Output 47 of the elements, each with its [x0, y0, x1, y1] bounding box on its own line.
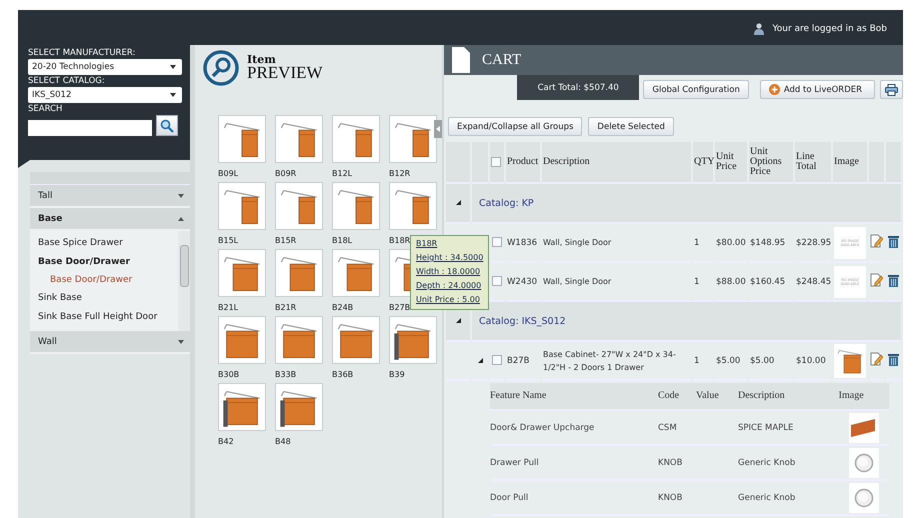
- table-cell: Generic Knob: [738, 445, 839, 480]
- cart-total: Cart Total: $507.40: [517, 75, 640, 100]
- product-code: B12R: [389, 169, 410, 178]
- product-code: B27B: [389, 303, 410, 312]
- product-code: B18R: [389, 236, 410, 245]
- table-cell: CSM: [658, 410, 696, 445]
- product-code: B21L: [218, 303, 238, 312]
- product-code: B33B: [275, 370, 296, 379]
- column-header: QTY: [693, 142, 713, 184]
- product-code: B12L: [332, 169, 352, 178]
- column-header: Description: [738, 383, 839, 410]
- product-code: B39: [389, 370, 405, 379]
- product-code: B42: [218, 437, 234, 446]
- column-header: Image: [838, 383, 889, 410]
- table-cell: KNOB: [658, 445, 696, 480]
- column-header: Line Total: [795, 142, 831, 184]
- table-cell: Generic Knob: [738, 480, 839, 515]
- field-label: SELECT MANUFACTURER:: [28, 47, 136, 59]
- cart-title: CART: [482, 52, 522, 68]
- table-cell: Door& Drawer Upcharge: [490, 410, 658, 445]
- preview-title: Item: [247, 55, 277, 66]
- product-code: B24B: [332, 303, 354, 312]
- product-code: B36B: [332, 370, 354, 379]
- table-cell: KNOB: [658, 480, 696, 515]
- login-status: Your are logged in as Bob: [772, 24, 887, 34]
- product-code: B18L: [332, 236, 352, 245]
- table-cell: Door Pull: [490, 480, 658, 515]
- column-header: Value: [696, 383, 738, 410]
- column-header: Product: [506, 142, 540, 184]
- product-code: B15L: [218, 236, 238, 245]
- column-header: Feature Name: [490, 383, 658, 410]
- product-code: B09L: [218, 169, 238, 178]
- table-cell: SPICE MAPLE: [738, 410, 839, 445]
- product-code: B21R: [275, 303, 296, 312]
- column-header: Code: [658, 383, 696, 410]
- column-header: Image: [833, 142, 867, 184]
- product-code: B30B: [218, 370, 240, 379]
- product-code: B09R: [275, 169, 296, 178]
- field-label: SELECT CATALOG:: [28, 75, 106, 87]
- product-code: B15R: [275, 236, 296, 245]
- column-header: Description: [542, 142, 691, 184]
- preview-title: PREVIEW: [247, 65, 323, 81]
- column-header: Unit Price: [715, 142, 747, 184]
- column-header: Unit Options Price: [749, 142, 793, 184]
- table-cell: Drawer Pull: [490, 445, 658, 480]
- product-code: B48: [275, 437, 291, 446]
- field-label: SEARCH: [28, 103, 64, 115]
